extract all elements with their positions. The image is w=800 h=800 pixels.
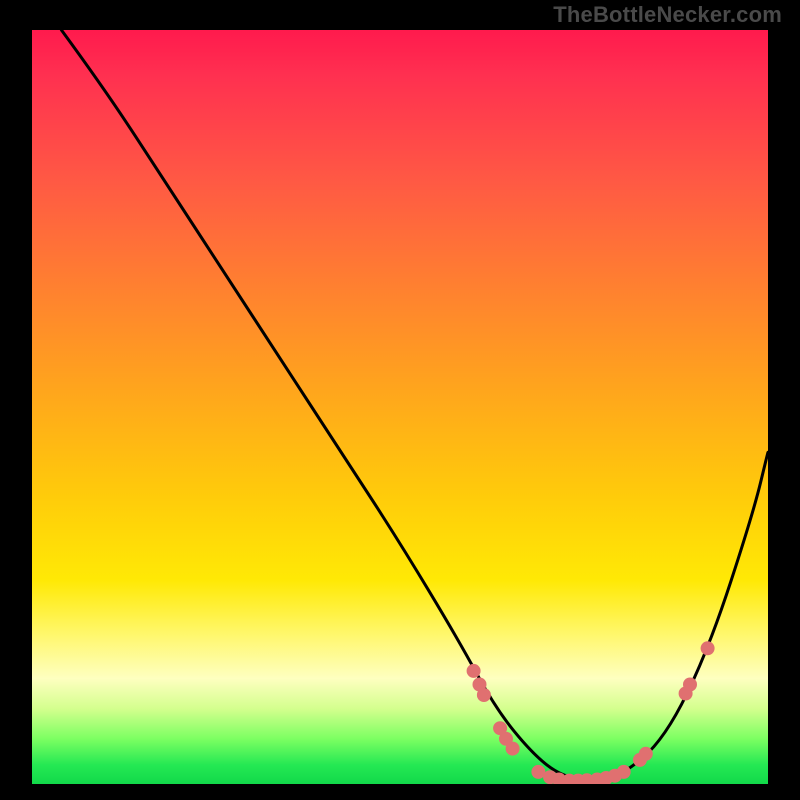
plot-area	[32, 30, 768, 784]
curve-marker	[506, 742, 520, 756]
curve-marker	[617, 765, 631, 779]
curve-marker	[639, 747, 653, 761]
attribution-text: TheBottleNecker.com	[553, 2, 782, 28]
bottleneck-curve-line	[61, 30, 768, 779]
chart-frame: TheBottleNecker.com	[0, 0, 800, 800]
curve-marker	[683, 678, 697, 692]
curve-marker	[467, 664, 481, 678]
curve-marker	[477, 688, 491, 702]
bottleneck-curve-svg	[32, 30, 768, 784]
curve-marker	[701, 641, 715, 655]
